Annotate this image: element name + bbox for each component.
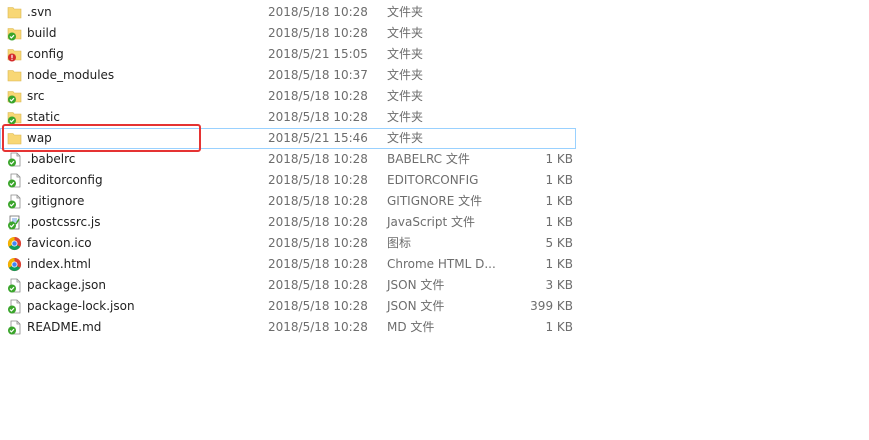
file-name: config — [27, 47, 64, 61]
file-type: JavaScript 文件 — [387, 215, 475, 229]
folder-synced-icon — [7, 26, 22, 41]
file-date-modified: 2018/5/18 10:28 — [268, 5, 368, 19]
file-type: 文件夹 — [387, 131, 424, 145]
file-date-modified: 2018/5/18 10:28 — [268, 299, 368, 313]
file-date-modified: 2018/5/18 10:28 — [268, 215, 368, 229]
file-date-modified: 2018/5/18 10:28 — [268, 152, 368, 166]
file-type: 文件夹 — [387, 5, 424, 19]
folder-icon — [7, 68, 22, 83]
file-row[interactable]: package.json 2018/5/18 10:28 JSON 文件 3 KB — [0, 275, 580, 296]
file-date-modified: 2018/5/18 10:28 — [268, 110, 368, 124]
file-name: package-lock.json — [27, 299, 135, 313]
file-name: favicon.ico — [27, 236, 92, 250]
file-name: build — [27, 26, 57, 40]
file-size: 3 KB — [545, 278, 573, 292]
file-type: Chrome HTML D... — [387, 257, 496, 271]
file-row[interactable]: .editorconfig 2018/5/18 10:28 EDITORCONFIG… — [0, 170, 580, 191]
file-date-modified: 2018/5/21 15:46 — [268, 131, 368, 145]
file-date-modified: 2018/5/18 10:28 — [268, 26, 368, 40]
file-row[interactable]: .svn 2018/5/18 10:28 文件夹 — [0, 2, 580, 23]
file-type: JSON 文件 — [387, 299, 445, 313]
file-synced-icon — [7, 194, 22, 209]
file-type: 文件夹 — [387, 110, 424, 124]
file-type: 文件夹 — [387, 89, 424, 103]
file-row[interactable]: build 2018/5/18 10:28 文件夹 — [0, 23, 580, 44]
file-name: .postcssrc.js — [27, 215, 101, 229]
file-type: BABELRC 文件 — [387, 152, 470, 166]
file-list: .svn 2018/5/18 10:28 文件夹 build 2018/5/18 10:… — [0, 2, 580, 338]
file-type: EDITORCONFIG — [387, 173, 479, 187]
file-date-modified: 2018/5/18 10:28 — [268, 257, 368, 271]
file-size: 5 KB — [545, 236, 573, 250]
file-row[interactable]: index.html 2018/5/18 10:28 Chrome HTML D..… — [0, 254, 580, 275]
file-size: 1 KB — [545, 320, 573, 334]
file-row[interactable]: .babelrc 2018/5/18 10:28 BABELRC 文件 1 KB — [0, 149, 580, 170]
folder-synced-icon — [7, 110, 22, 125]
file-synced-icon — [7, 320, 22, 335]
file-type: 文件夹 — [387, 47, 424, 61]
chrome-icon — [7, 236, 22, 251]
file-type: 文件夹 — [387, 26, 424, 40]
file-date-modified: 2018/5/21 15:05 — [268, 47, 368, 61]
file-size: 399 KB — [530, 299, 573, 313]
file-name: package.json — [27, 278, 107, 292]
folder-synced-icon — [7, 89, 22, 104]
file-synced-icon — [7, 299, 22, 314]
file-type: 文件夹 — [387, 68, 424, 82]
file-date-modified: 2018/5/18 10:28 — [268, 278, 368, 292]
file-name: .gitignore — [27, 194, 85, 208]
file-name: README.md — [27, 320, 102, 334]
file-name: .editorconfig — [27, 173, 103, 187]
file-date-modified: 2018/5/18 10:28 — [268, 194, 368, 208]
file-date-modified: 2018/5/18 10:28 — [268, 173, 368, 187]
file-type: 图标 — [387, 236, 412, 250]
file-row[interactable]: src 2018/5/18 10:28 文件夹 — [0, 86, 580, 107]
chrome-icon — [7, 257, 22, 272]
file-date-modified: 2018/5/18 10:28 — [268, 320, 368, 334]
file-row[interactable]: .postcssrc.js 2018/5/18 10:28 JavaScript 文… — [0, 212, 580, 233]
file-date-modified: 2018/5/18 10:37 — [268, 68, 368, 82]
file-size: 1 KB — [545, 173, 573, 187]
file-date-modified: 2018/5/18 10:28 — [268, 236, 368, 250]
file-row[interactable]: config 2018/5/21 15:05 文件夹 — [0, 44, 580, 65]
file-name: .babelrc — [27, 152, 76, 166]
file-size: 1 KB — [545, 215, 573, 229]
file-synced-icon — [7, 173, 22, 188]
file-row[interactable]: .gitignore 2018/5/18 10:28 GITIGNORE 文件 1 K… — [0, 191, 580, 212]
folder-icon — [7, 5, 22, 20]
script-file-synced-icon — [7, 215, 22, 230]
file-size: 1 KB — [545, 152, 573, 166]
file-size: 1 KB — [545, 257, 573, 271]
file-synced-icon — [7, 278, 22, 293]
file-type: GITIGNORE 文件 — [387, 194, 483, 208]
file-type: MD 文件 — [387, 320, 435, 334]
annotation-highlight-box — [2, 124, 201, 152]
file-row[interactable]: node_modules 2018/5/18 10:37 文件夹 — [0, 65, 580, 86]
folder-modified-icon — [7, 47, 22, 62]
file-size: 1 KB — [545, 194, 573, 208]
file-type: JSON 文件 — [387, 278, 445, 292]
file-name: .svn — [27, 5, 52, 19]
file-row[interactable]: README.md 2018/5/18 10:28 MD 文件 1 KB — [0, 317, 580, 338]
file-row[interactable]: favicon.ico 2018/5/18 10:28 图标 5 KB — [0, 233, 580, 254]
file-synced-icon — [7, 152, 22, 167]
file-date-modified: 2018/5/18 10:28 — [268, 89, 368, 103]
file-name: index.html — [27, 257, 91, 271]
file-name: node_modules — [27, 68, 115, 82]
file-row[interactable]: package-lock.json 2018/5/18 10:28 JSON 文件 3… — [0, 296, 580, 317]
file-name: src — [27, 89, 45, 103]
